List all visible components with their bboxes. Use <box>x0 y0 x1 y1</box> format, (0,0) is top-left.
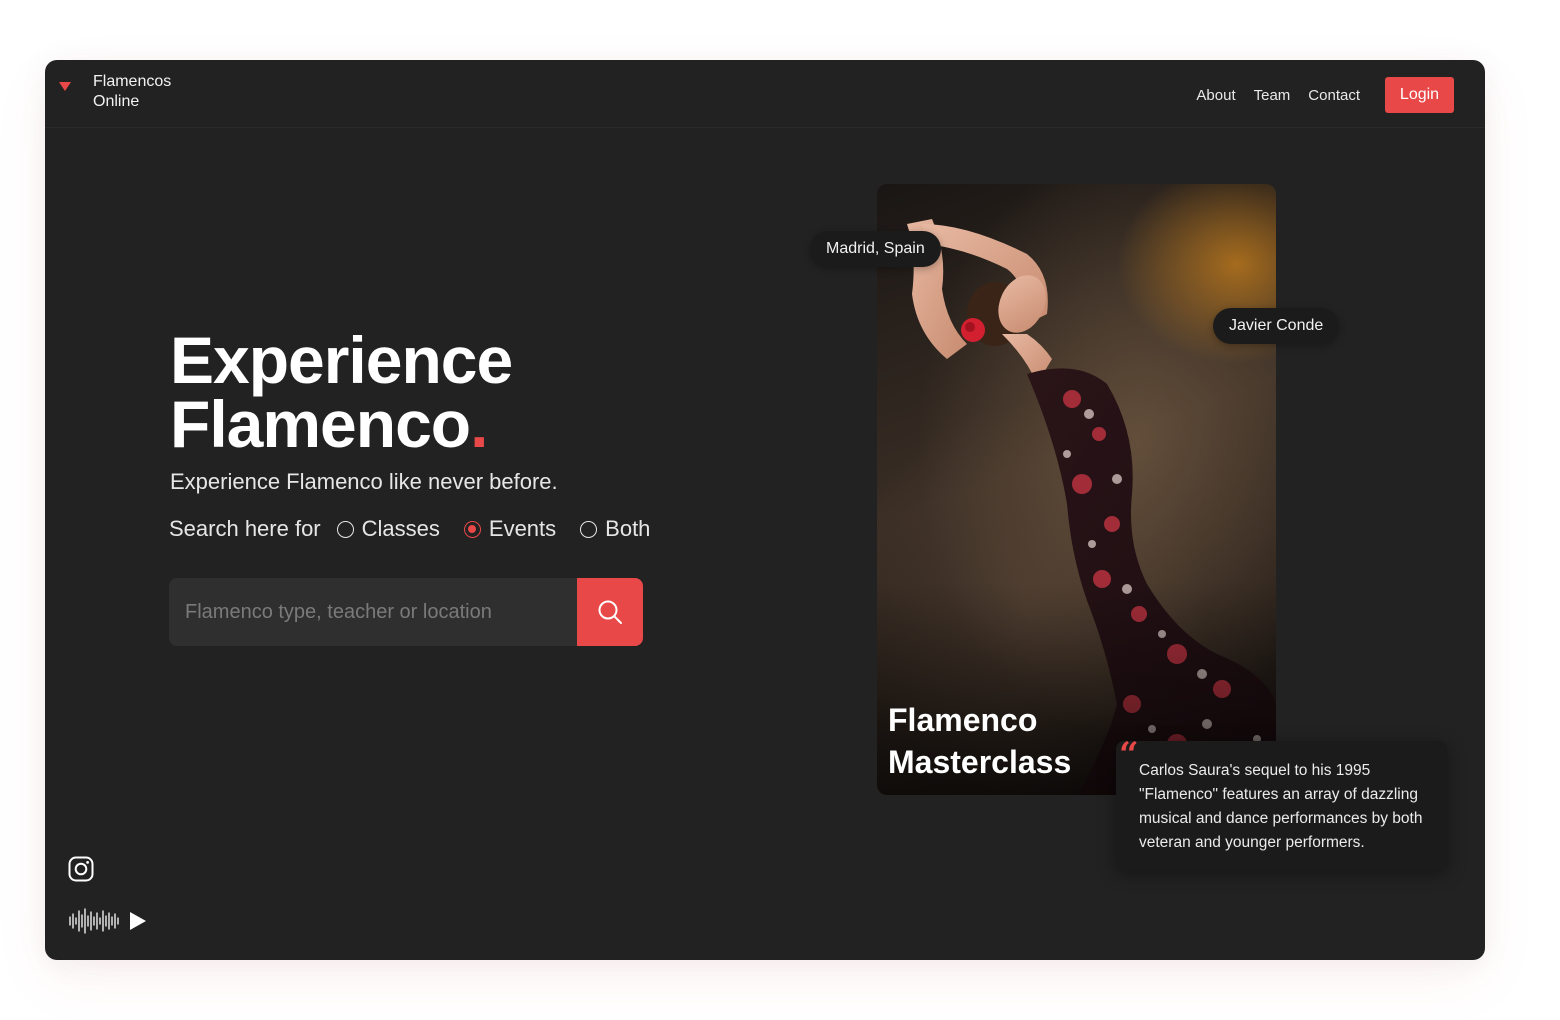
radio-both[interactable]: Both <box>580 516 650 542</box>
search-icon <box>598 600 622 624</box>
brand-name-line2: Online <box>93 93 140 110</box>
search-bar <box>169 578 643 646</box>
quote-mark-icon: “ <box>1119 735 1139 775</box>
search-mode-label: Search here for <box>169 516 321 541</box>
feature-title-line2: Masterclass <box>888 744 1072 780</box>
radio-events-label: Events <box>488 516 557 541</box>
radio-events-circle[interactable] <box>463 520 481 538</box>
audio-player[interactable] <box>68 908 148 934</box>
radio-classes-circle[interactable] <box>336 520 354 538</box>
hero-title: Experience Flamenco. <box>170 323 513 457</box>
page-frame: Flamencos Online About Team Contact Logi… <box>45 60 1485 960</box>
location-tag[interactable]: Madrid, Spain <box>810 231 941 267</box>
instagram-icon <box>68 856 94 882</box>
search-button[interactable] <box>577 578 643 646</box>
search-input[interactable] <box>169 578 577 646</box>
hero-title-line2: Flamenco <box>170 387 471 461</box>
hero-title-line1: Experience <box>170 323 513 397</box>
brand-name-line1: Flamencos <box>93 73 172 90</box>
login-button[interactable]: Login <box>1385 77 1454 113</box>
feature-photo-card[interactable]: Flamenco Masterclass <box>877 184 1276 795</box>
instagram-link[interactable] <box>68 856 94 887</box>
hero-title-line2-wrap: Flamenco. <box>170 391 512 457</box>
quote-text: Carlos Saura's sequel to his 1995 "Flame… <box>1139 762 1423 851</box>
performer-tag[interactable]: Javier Conde <box>1213 308 1340 344</box>
nav-link-about[interactable]: About <box>1196 87 1235 104</box>
search-mode-group: Search here for Classes Events Both <box>169 516 674 542</box>
radio-classes[interactable]: Classes <box>336 516 440 542</box>
play-icon[interactable] <box>128 910 148 932</box>
hero-subtitle: Experience Flamenco like never before. <box>170 469 558 494</box>
feature-title: Flamenco Masterclass <box>888 699 1071 783</box>
hero-title-dot: . <box>470 387 488 461</box>
radio-classes-label: Classes <box>361 516 440 541</box>
audio-wave-icon <box>69 908 119 934</box>
quote-card: “ Carlos Saura's sequel to his 1995 "Fla… <box>1116 735 1447 870</box>
top-navigation-bar: Flamencos Online About Team Contact Logi… <box>45 60 1485 128</box>
heart-icon[interactable] <box>59 82 71 91</box>
feature-title-line1: Flamenco <box>888 702 1038 738</box>
nav-link-team[interactable]: Team <box>1254 87 1291 104</box>
radio-both-label: Both <box>605 516 651 541</box>
radio-both-circle[interactable] <box>580 520 598 538</box>
nav-link-contact[interactable]: Contact <box>1308 87 1360 104</box>
main-nav: About Team Contact Login <box>1178 77 1454 113</box>
radio-events[interactable]: Events <box>463 516 557 542</box>
brand-logo-text[interactable]: Flamencos Online <box>93 72 213 112</box>
